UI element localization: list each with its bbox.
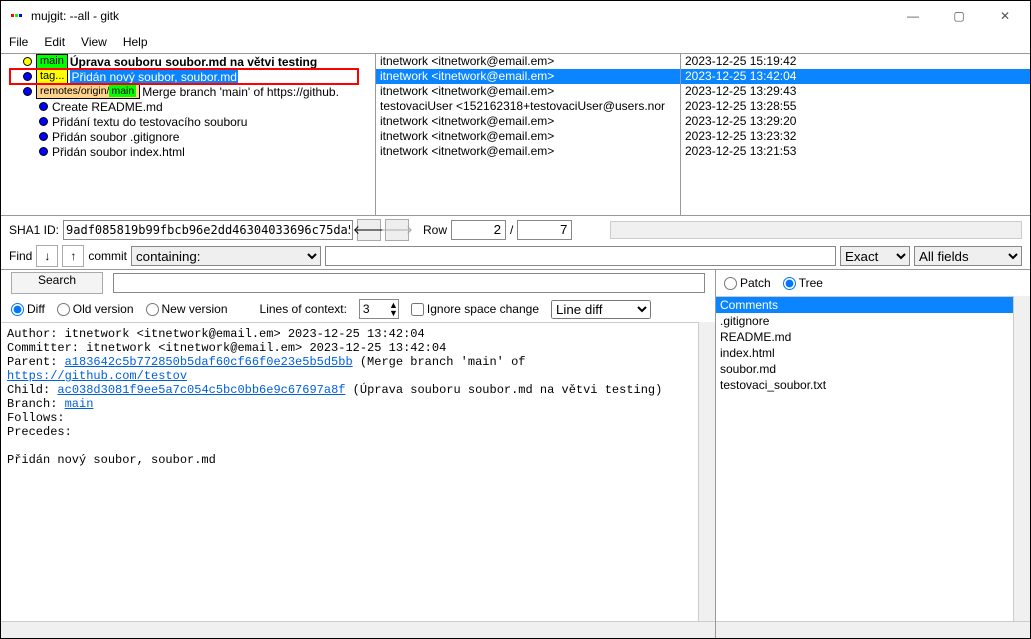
date-cell: 2023-12-25 13:21:53	[681, 144, 1030, 159]
parent-sha-link[interactable]: a183642c5b772850b5daf60cf66f0e23e5b5d5bb	[65, 355, 353, 369]
file-item-comments[interactable]: Comments	[716, 297, 1013, 313]
date-cell: 2023-12-25 13:23:32	[681, 129, 1030, 144]
diff-v-scrollbar[interactable]	[698, 322, 715, 621]
find-fields-select[interactable]: All fields	[914, 246, 1022, 266]
date-cell: 2023-12-25 13:29:20	[681, 114, 1030, 129]
file-item[interactable]: README.md	[716, 329, 1013, 345]
radio-tree[interactable]: Tree	[783, 276, 823, 290]
commit-row: remotes/origin/main Merge branch 'main' …	[1, 84, 375, 99]
radio-diff[interactable]: Diff	[11, 302, 45, 316]
find-prev-button[interactable]: ↑	[62, 245, 84, 267]
menu-file[interactable]: File	[9, 35, 28, 49]
h-scrollbar[interactable]	[610, 221, 1022, 239]
date-cell: 2023-12-25 15:19:42	[681, 54, 1030, 69]
gitk-icon	[9, 8, 25, 24]
diff-view[interactable]: Author: itnetwork <itnetwork@email.em> 2…	[1, 322, 698, 621]
find-input[interactable]	[325, 246, 836, 266]
sha-label: SHA1 ID:	[9, 223, 59, 237]
row-current[interactable]	[451, 220, 506, 240]
sha-input[interactable]	[63, 220, 353, 240]
lines-of-context-spinner[interactable]: 3▲▼	[359, 299, 399, 319]
files-h-scrollbar[interactable]	[716, 621, 1030, 638]
find-commit-label: commit	[88, 249, 127, 263]
close-button[interactable]: ✕	[982, 1, 1028, 31]
commit-row: Přidán soubor index.html	[1, 144, 375, 159]
row-label: Row	[423, 223, 447, 237]
window-title: mujgit: --all - gitk	[31, 9, 890, 23]
date-cell: 2023-12-25 13:42:04	[681, 69, 1030, 84]
ref-remote[interactable]: remotes/origin/main	[36, 84, 140, 99]
author-column[interactable]: itnetwork <itnetwork@email.em> itnetwork…	[376, 54, 681, 215]
file-item[interactable]: .gitignore	[716, 313, 1013, 329]
files-v-scrollbar[interactable]	[1013, 296, 1030, 621]
author-cell: itnetwork <itnetwork@email.em>	[376, 144, 680, 159]
file-item[interactable]: soubor.md	[716, 361, 1013, 377]
github-link[interactable]: https://github.com/testov	[7, 369, 187, 383]
minimize-button[interactable]: —	[890, 1, 936, 31]
date-cell: 2023-12-25 13:28:55	[681, 99, 1030, 114]
menubar: File Edit View Help	[1, 31, 1030, 53]
author-cell: itnetwork <itnetwork@email.em>	[376, 54, 680, 69]
search-input[interactable]	[113, 273, 705, 293]
nav-forward-button[interactable]: 🡒	[385, 219, 409, 241]
commit-row: Přidání textu do testovacího souboru	[1, 114, 375, 129]
commit-row: Create README.md	[1, 99, 375, 114]
file-item[interactable]: testovaci_soubor.txt	[716, 377, 1013, 393]
find-row: Find ↓ ↑ commit containing: Exact All fi…	[1, 243, 1030, 269]
radio-new-version[interactable]: New version	[146, 302, 228, 316]
menu-view[interactable]: View	[81, 35, 107, 49]
file-list[interactable]: Comments .gitignore README.md index.html…	[716, 296, 1013, 621]
author-cell: itnetwork <itnetwork@email.em>	[376, 114, 680, 129]
row-total	[517, 220, 572, 240]
menu-edit[interactable]: Edit	[44, 35, 65, 49]
date-cell: 2023-12-25 13:29:43	[681, 84, 1030, 99]
ref-main[interactable]: main	[36, 54, 68, 69]
loc-label: Lines of context:	[260, 302, 347, 316]
find-label: Find	[9, 249, 32, 263]
diff-h-scrollbar[interactable]	[1, 621, 715, 638]
maximize-button[interactable]: ▢	[936, 1, 982, 31]
author-cell: itnetwork <itnetwork@email.em>	[376, 84, 680, 99]
nav-back-button[interactable]: 🡐	[357, 219, 381, 241]
titlebar: mujgit: --all - gitk — ▢ ✕	[1, 1, 1030, 31]
ref-tag[interactable]: tag...	[36, 69, 68, 84]
author-cell: itnetwork <itnetwork@email.em>	[376, 69, 680, 84]
sha-row: SHA1 ID: 🡐 🡒 Row /	[1, 215, 1030, 243]
commit-row: main Úprava souboru soubor.md na větvi t…	[1, 54, 375, 69]
find-mode-select[interactable]: containing:	[131, 246, 321, 266]
child-sha-link[interactable]: ac038d3081f9ee5a7c054c5bc0bb6e9c67697a8f	[57, 383, 345, 397]
menu-help[interactable]: Help	[123, 35, 148, 49]
file-item[interactable]: index.html	[716, 345, 1013, 361]
author-cell: testovaciUser <152162318+testovaciUser@u…	[376, 99, 680, 114]
date-column[interactable]: 2023-12-25 15:19:42 2023-12-25 13:42:04 …	[681, 54, 1030, 215]
find-next-button[interactable]: ↓	[36, 245, 58, 267]
branch-link[interactable]: main	[65, 397, 94, 411]
commit-graph-column[interactable]: main Úprava souboru soubor.md na větvi t…	[1, 54, 376, 215]
checkbox-ignore-space[interactable]: Ignore space change	[411, 302, 539, 316]
history-panes: main Úprava souboru soubor.md na větvi t…	[1, 53, 1030, 215]
find-exact-select[interactable]: Exact	[840, 246, 910, 266]
author-cell: itnetwork <itnetwork@email.em>	[376, 129, 680, 144]
search-button[interactable]: Search	[11, 272, 103, 294]
commit-row: Přidán soubor .gitignore	[1, 129, 375, 144]
line-diff-select[interactable]: Line diff	[551, 300, 651, 319]
commit-row: tag... Přidán nový soubor, soubor.md	[1, 69, 375, 84]
radio-patch[interactable]: Patch	[724, 276, 771, 290]
radio-old-version[interactable]: Old version	[57, 302, 134, 316]
